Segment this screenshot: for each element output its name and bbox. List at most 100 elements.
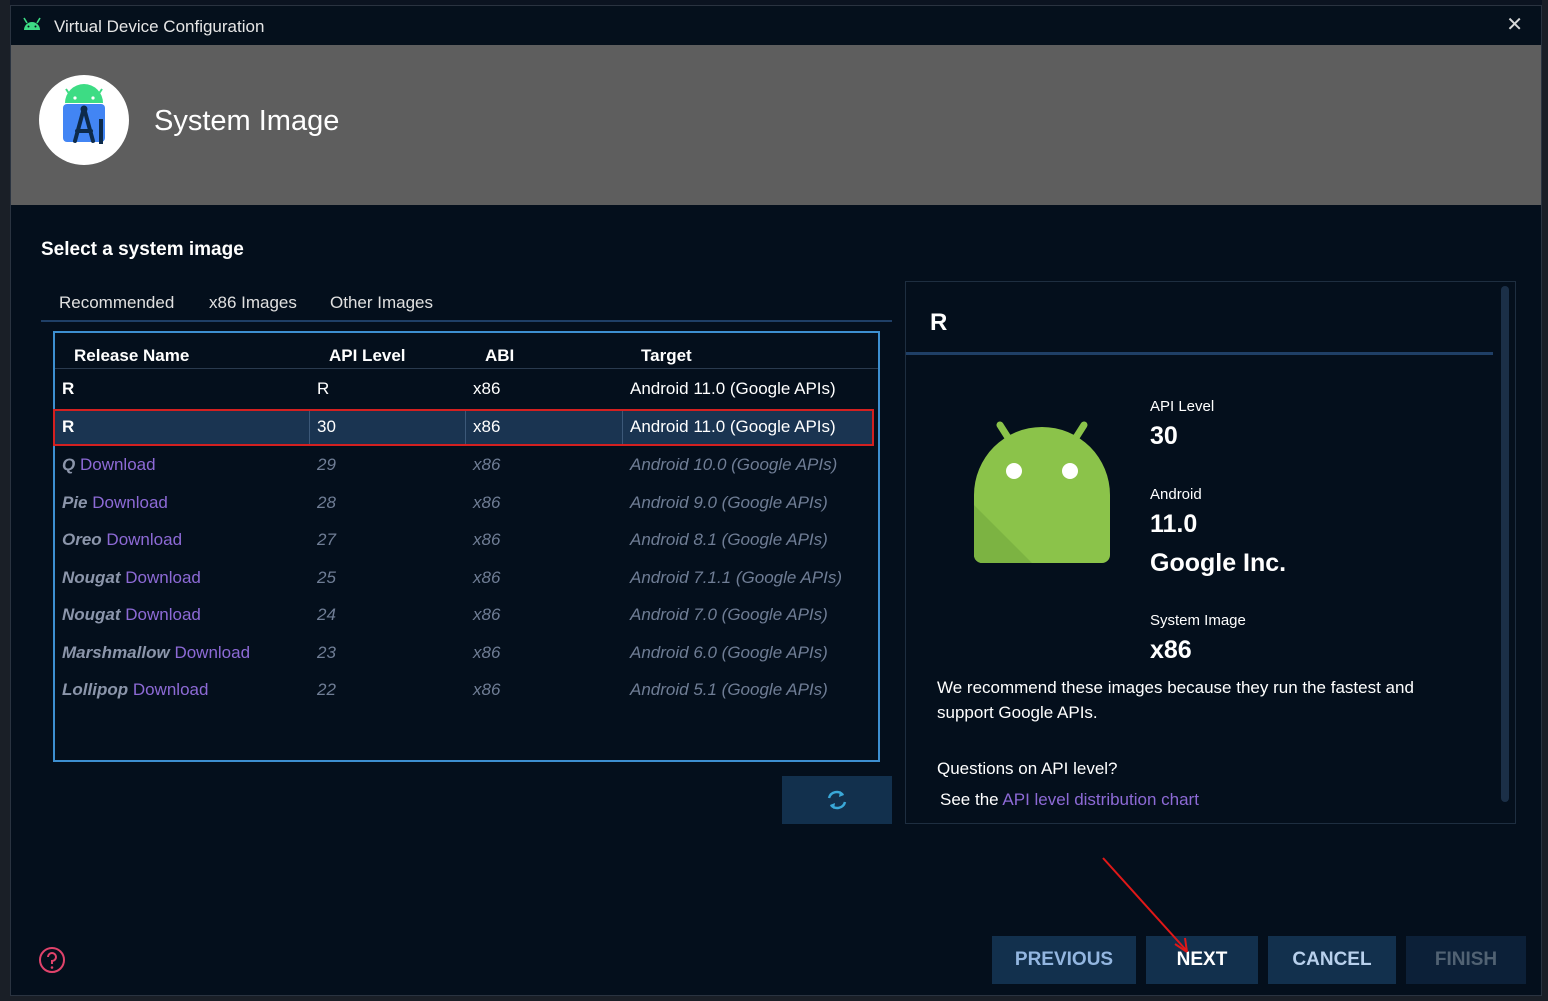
table-row[interactable]: Nougat Download 25 x86 Android 7.1.1 (Go… — [55, 560, 878, 597]
title-bar: Virtual Device Configuration ✕ — [11, 6, 1541, 45]
tab-x86-images[interactable]: x86 Images — [209, 293, 297, 313]
download-link[interactable]: Download — [174, 643, 250, 662]
release-name-cell: Nougat Download — [62, 568, 201, 588]
column-divider — [622, 411, 623, 444]
download-link[interactable]: Download — [92, 493, 168, 512]
table-row[interactable]: Pie Download 28 x86 Android 9.0 (Google … — [55, 485, 878, 522]
android-studio-logo — [39, 75, 129, 165]
api-level: 25 — [317, 568, 336, 587]
release-name: Lollipop — [62, 680, 129, 699]
details-title: R — [930, 309, 948, 336]
download-link[interactable]: Download — [106, 530, 182, 549]
column-divider — [465, 411, 466, 444]
release-name-cell: Marshmallow Download — [62, 643, 250, 663]
api-level: 24 — [317, 605, 336, 624]
release-name-cell: Pie Download — [62, 493, 168, 513]
download-link[interactable]: Download — [125, 568, 201, 587]
see-the-text: See the — [940, 790, 1003, 809]
download-link[interactable]: Download — [80, 455, 156, 474]
system-image-value: x86 — [1150, 636, 1192, 664]
api-level: 29 — [317, 455, 336, 474]
abi: x86 — [473, 605, 501, 624]
next-button[interactable]: NEXT — [1146, 936, 1258, 984]
table-row[interactable]: Lollipop Download 22 x86 Android 5.1 (Go… — [55, 672, 878, 709]
page-header: System Image — [11, 45, 1541, 205]
api-level-label: API Level — [1150, 398, 1215, 415]
api-level: R — [317, 379, 330, 398]
system-image-label: System Image — [1150, 612, 1246, 629]
release-name-cell: Nougat Download — [62, 605, 201, 625]
section-title: Select a system image — [41, 239, 244, 260]
abi: x86 — [473, 455, 501, 474]
table-row[interactable]: Q Download 29 x86 Android 10.0 (Google A… — [55, 447, 878, 484]
release-name-cell: Lollipop Download — [62, 680, 208, 700]
android-robot-icon — [974, 421, 1110, 563]
release-name: Marshmallow — [62, 643, 170, 662]
finish-button[interactable]: FINISH — [1406, 936, 1526, 984]
target: Android 5.1 (Google APIs) — [630, 680, 828, 699]
table-row[interactable]: Nougat Download 24 x86 Android 7.0 (Goog… — [55, 597, 878, 634]
target: Android 11.0 (Google APIs) — [630, 417, 836, 436]
abi: x86 — [473, 493, 501, 512]
background-right-edge — [1542, 0, 1548, 1001]
android-version: 11.0 — [1150, 510, 1198, 538]
page-title: System Image — [154, 105, 340, 137]
release-name: Nougat — [62, 605, 121, 624]
release-name: Q — [62, 455, 76, 474]
table-row[interactable]: R R x86 Android 11.0 (Google APIs) — [55, 371, 878, 408]
table-header: Release Name API Level ABI Target — [55, 333, 878, 369]
image-details-panel: R API Level 30 Android 11.0 Google Inc. … — [905, 281, 1516, 824]
target: Android 7.0 (Google APIs) — [630, 605, 828, 624]
release-name: R — [62, 417, 75, 436]
release-name: R — [62, 379, 75, 398]
table-row[interactable]: Marshmallow Download 23 x86 Android 6.0 … — [55, 635, 878, 672]
column-header-abi[interactable]: ABI — [485, 346, 514, 366]
column-divider — [309, 411, 310, 444]
api-level-value: 30 — [1150, 422, 1178, 450]
help-icon[interactable] — [37, 945, 67, 975]
download-link[interactable]: Download — [133, 680, 209, 699]
target: Android 7.1.1 (Google APIs) — [630, 568, 842, 587]
details-scrollbar[interactable] — [1501, 286, 1509, 802]
background-left-edge — [0, 0, 10, 1001]
abi: x86 — [473, 643, 501, 662]
release-name: Oreo — [62, 530, 102, 549]
abi: x86 — [473, 680, 501, 699]
column-header-target[interactable]: Target — [641, 346, 692, 366]
table-row[interactable]: Oreo Download 27 x86 Android 8.1 (Google… — [55, 522, 878, 559]
previous-button[interactable]: PREVIOUS — [992, 936, 1136, 984]
refresh-icon — [827, 790, 847, 810]
system-image-table: Release Name API Level ABI Target R R x8… — [53, 331, 880, 762]
abi: x86 — [473, 568, 501, 587]
android-head-icon — [23, 17, 41, 30]
api-level: 23 — [317, 643, 336, 662]
release-name: Pie — [62, 493, 88, 512]
window-title: Virtual Device Configuration — [54, 17, 265, 36]
tab-recommended[interactable]: Recommended — [59, 293, 174, 313]
column-header-release-name[interactable]: Release Name — [74, 346, 189, 366]
api-question: Questions on API level? — [937, 759, 1118, 778]
android-label: Android — [1150, 486, 1202, 503]
table-row-selected[interactable]: R 30 x86 Android 11.0 (Google APIs) — [53, 409, 874, 446]
details-divider — [906, 352, 1493, 355]
target: Android 10.0 (Google APIs) — [630, 455, 838, 474]
abi: x86 — [473, 379, 501, 398]
cancel-button[interactable]: CANCEL — [1268, 936, 1396, 984]
android-studio-logo-icon — [63, 84, 105, 144]
vendor: Google Inc. — [1150, 549, 1287, 577]
target: Android 11.0 (Google APIs) — [630, 379, 836, 398]
see-the-line: See the API level distribution chart — [940, 787, 1199, 812]
api-level: 30 — [317, 417, 336, 436]
tab-other-images[interactable]: Other Images — [330, 293, 433, 313]
close-icon[interactable]: ✕ — [1506, 12, 1523, 37]
target: Android 8.1 (Google APIs) — [630, 530, 828, 549]
refresh-button[interactable] — [782, 776, 892, 824]
download-link[interactable]: Download — [125, 605, 201, 624]
target: Android 6.0 (Google APIs) — [630, 643, 828, 662]
column-header-api-level[interactable]: API Level — [329, 346, 406, 366]
virtual-device-configuration-dialog: Virtual Device Configuration ✕ System Im… — [10, 5, 1542, 996]
api-level: 28 — [317, 493, 336, 512]
release-name: Nougat — [62, 568, 121, 587]
release-name-cell: Q Download — [62, 455, 156, 475]
api-distribution-link[interactable]: API level distribution chart — [1002, 790, 1199, 809]
